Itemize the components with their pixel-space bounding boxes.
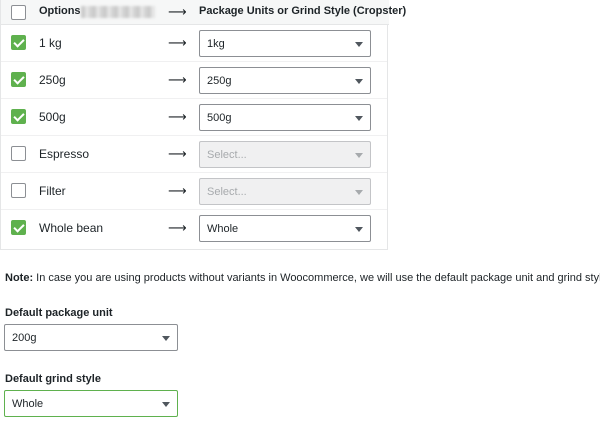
mapping-row: 1 kg ⟶ 1kg [1,25,387,62]
redacted-text [81,6,155,18]
row-checkbox[interactable] [11,109,26,124]
select-all-checkbox[interactable] [11,5,26,20]
row-label: Espresso [39,147,90,161]
mapping-select[interactable]: 500g [199,104,371,131]
table-header: Options ⟶ Package Units or Grind Style (… [1,0,406,25]
mapping-row: Whole bean ⟶ Whole [1,210,387,247]
mapping-select[interactable]: Select... [199,141,371,168]
arrow-right-icon: ⟶ [168,109,187,124]
select-value: 200g [12,332,37,344]
arrow-right-icon: ⟶ [168,146,187,161]
chevron-down-icon [355,79,363,84]
select-value: 250g [207,75,232,87]
mapping-row: 500g ⟶ 500g [1,99,387,136]
default-package-unit-select[interactable]: 200g [4,324,178,351]
arrow-right-icon: ⟶ [168,35,187,50]
target-header-label: Package Units or Grind Style (Cropster) [199,5,407,17]
chevron-down-icon [355,153,363,158]
row-checkbox[interactable] [11,146,26,161]
chevron-down-icon [355,42,363,47]
arrow-right-icon: ⟶ [168,72,187,87]
mapping-select[interactable]: 1kg [199,30,371,57]
chevron-down-icon [355,116,363,121]
default-grind-style-select[interactable]: Whole [4,390,178,417]
select-value: Whole [207,223,239,235]
row-label: 1 kg [39,36,62,50]
row-checkbox[interactable] [11,220,26,235]
options-mapping-table: Options ⟶ Package Units or Grind Style (… [0,0,406,250]
options-header-label: Options [39,5,81,17]
select-value: Whole [12,398,44,410]
arrow-right-icon: ⟶ [168,220,187,235]
chevron-down-icon [162,402,170,407]
note-prefix: Note: [5,272,34,284]
mapping-row: 250g ⟶ 250g [1,62,387,99]
row-checkbox[interactable] [11,72,26,87]
mapping-row: Filter ⟶ Select... [1,173,387,210]
arrow-right-icon: ⟶ [168,183,187,198]
select-value: 1kg [207,38,225,50]
row-label: 500g [39,110,66,124]
row-checkbox[interactable] [11,183,26,198]
arrow-right-icon: ⟶ [168,4,187,19]
variants-note: Note: In case you are using products wit… [5,272,600,284]
note-text: In case you are using products without v… [33,272,600,284]
default-package-unit-label: Default package unit [5,307,113,319]
mapping-select[interactable]: 250g [199,67,371,94]
select-value: Select... [207,149,247,161]
chevron-down-icon [355,190,363,195]
mapping-select[interactable]: Whole [199,215,371,242]
chevron-down-icon [355,227,363,232]
mapping-row: Espresso ⟶ Select... [1,136,387,173]
row-label: 250g [39,73,66,87]
select-value: Select... [207,186,247,198]
row-label: Filter [39,184,66,198]
select-value: 500g [207,112,232,124]
default-grind-style-label: Default grind style [5,373,101,385]
row-checkbox[interactable] [11,35,26,50]
mapping-select[interactable]: Select... [199,178,371,205]
row-label: Whole bean [39,221,104,235]
chevron-down-icon [162,336,170,341]
